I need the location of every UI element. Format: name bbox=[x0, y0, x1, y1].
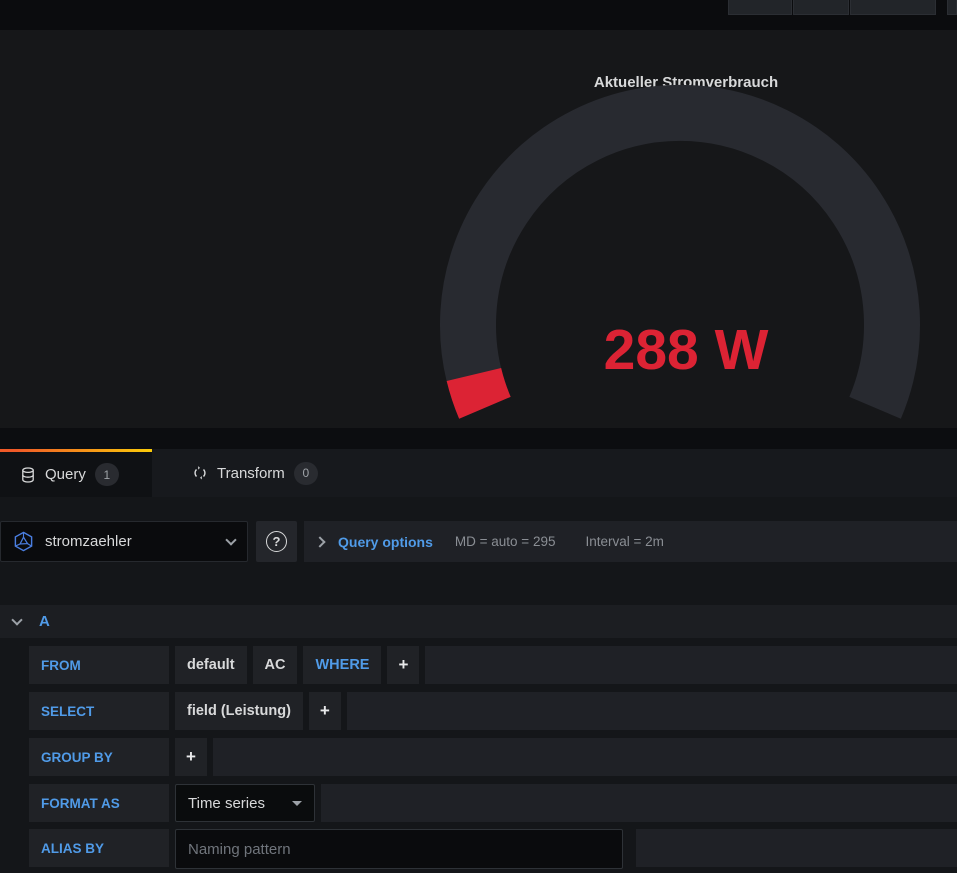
process-icon bbox=[192, 465, 208, 481]
toolbar-button[interactable] bbox=[793, 0, 849, 15]
select-label[interactable]: SELECT bbox=[29, 692, 169, 730]
caret-down-icon bbox=[292, 801, 302, 806]
add-where-button[interactable]: + bbox=[387, 646, 419, 684]
query-row-groupby: GROUP BY + bbox=[29, 738, 957, 776]
query-row-formatas: FORMAT AS Time series bbox=[29, 784, 957, 822]
row-filler bbox=[321, 784, 957, 822]
row-filler bbox=[636, 829, 957, 867]
max-datapoints-summary: MD = auto = 295 bbox=[455, 534, 556, 549]
datasource-name: stromzaehler bbox=[45, 533, 216, 550]
interval-summary: Interval = 2m bbox=[585, 534, 663, 549]
query-row-header[interactable]: A bbox=[0, 605, 957, 638]
influxdb-icon bbox=[13, 531, 34, 552]
tab-transform-label: Transform bbox=[217, 465, 285, 482]
toolbar-button[interactable] bbox=[947, 0, 957, 15]
datasource-picker[interactable]: stromzaehler bbox=[0, 521, 248, 562]
where-keyword-part[interactable]: WHERE bbox=[303, 646, 381, 684]
toolbar-button[interactable] bbox=[728, 0, 792, 15]
query-editor-pane: stromzaehler ? Query options MD = auto =… bbox=[0, 497, 957, 873]
gap bbox=[629, 829, 630, 867]
row-filler bbox=[425, 646, 957, 684]
active-tab-indicator bbox=[0, 449, 152, 452]
panel-preview: Aktueller Stromverbrauch 288 W bbox=[0, 30, 957, 428]
tab-transform[interactable]: Transform 0 bbox=[176, 449, 334, 497]
help-icon: ? bbox=[266, 531, 287, 552]
tab-query[interactable]: Query 1 bbox=[0, 449, 152, 497]
formatas-label[interactable]: FORMAT AS bbox=[29, 784, 169, 822]
tab-transform-count-badge: 0 bbox=[294, 462, 318, 485]
select-field-part[interactable]: field (Leistung) bbox=[175, 692, 303, 730]
toolbar-button[interactable] bbox=[850, 0, 936, 15]
from-label[interactable]: FROM bbox=[29, 646, 169, 684]
tab-query-count-badge: 1 bbox=[95, 463, 119, 486]
editor-tabbar: Query 1 Transform 0 bbox=[0, 449, 957, 497]
alias-by-input[interactable] bbox=[175, 829, 623, 869]
gauge-value-arc bbox=[474, 375, 485, 408]
gauge-value: 288 W bbox=[604, 318, 769, 382]
top-toolbar bbox=[0, 0, 957, 30]
from-policy-part[interactable]: default bbox=[175, 646, 247, 684]
tab-query-label: Query bbox=[45, 466, 86, 483]
format-as-value: Time series bbox=[188, 795, 292, 812]
groupby-label[interactable]: GROUP BY bbox=[29, 738, 169, 776]
query-ref-id: A bbox=[39, 613, 50, 630]
row-filler bbox=[213, 738, 957, 776]
query-row-select: SELECT field (Leistung) + bbox=[29, 692, 957, 730]
row-filler bbox=[347, 692, 957, 730]
gauge-chart: 288 W bbox=[0, 30, 957, 428]
chevron-down-icon bbox=[225, 534, 236, 545]
add-select-button[interactable]: + bbox=[309, 692, 341, 730]
aliasby-label[interactable]: ALIAS BY bbox=[29, 829, 169, 867]
query-row-from: FROM default AC WHERE + bbox=[29, 646, 957, 684]
query-row-aliasby: ALIAS BY bbox=[29, 829, 957, 867]
add-groupby-button[interactable]: + bbox=[175, 738, 207, 776]
datasource-help-button[interactable]: ? bbox=[256, 521, 297, 562]
chevron-right-icon bbox=[314, 536, 325, 547]
from-measurement-part[interactable]: AC bbox=[253, 646, 298, 684]
query-options-toggle[interactable]: Query options MD = auto = 295 Interval =… bbox=[304, 521, 957, 562]
format-as-select[interactable]: Time series bbox=[175, 784, 315, 822]
query-options-label: Query options bbox=[338, 534, 433, 550]
collapse-chevron-icon bbox=[11, 614, 22, 625]
divider-strip bbox=[0, 428, 957, 449]
database-icon bbox=[20, 467, 36, 483]
